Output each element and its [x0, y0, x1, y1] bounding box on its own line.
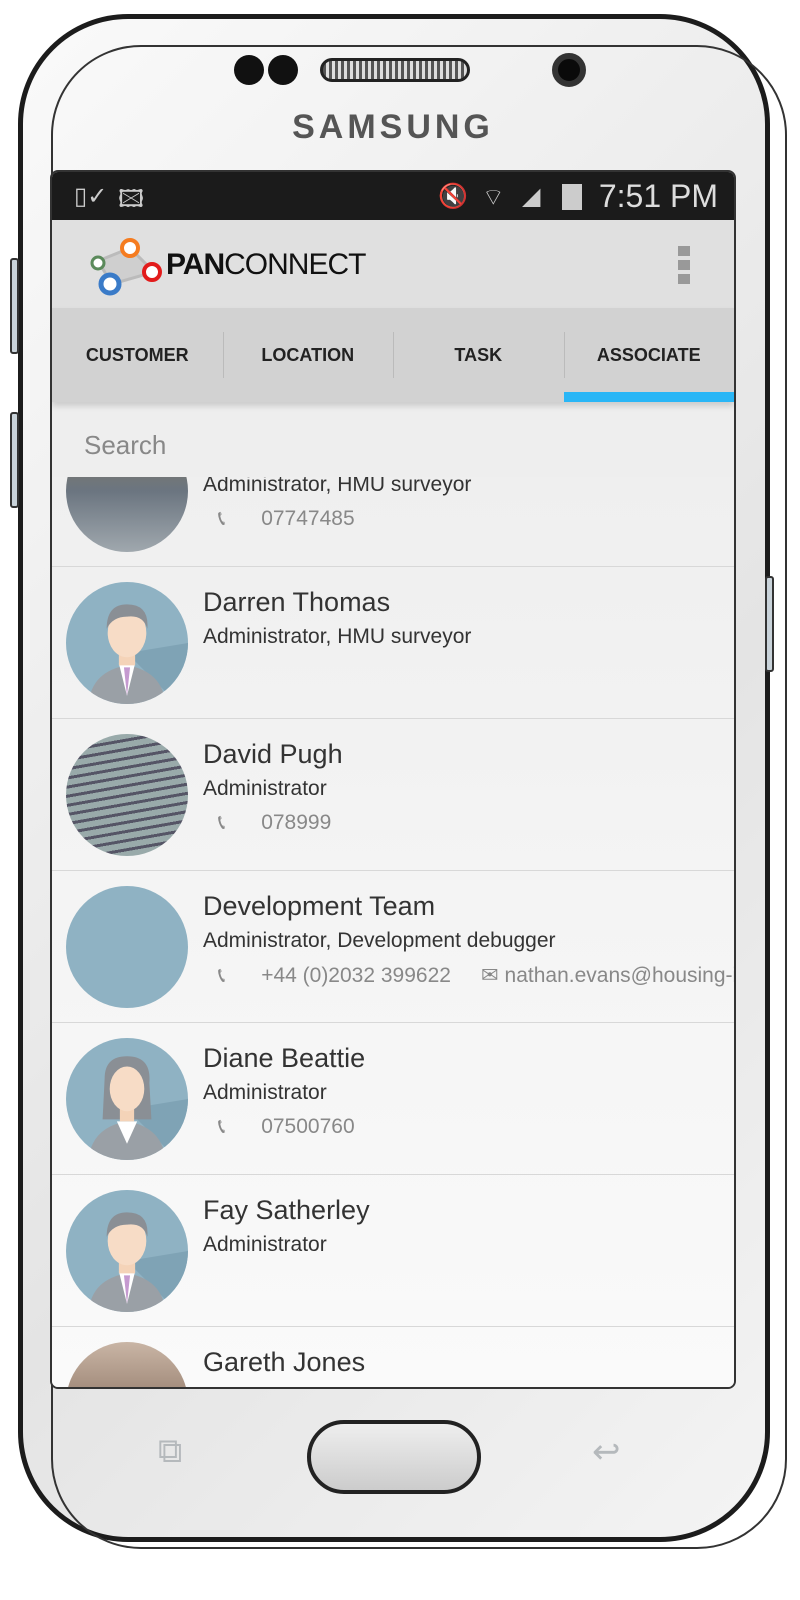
sensor-icon — [234, 55, 264, 85]
mute-icon: 🔇 — [438, 183, 468, 210]
sensor-icon — [268, 55, 298, 85]
avatar — [66, 734, 188, 856]
associate-role: Administrator, HMU surveyor — [203, 625, 472, 648]
list-item[interactable]: Fay Satherley Administrator — [52, 1175, 734, 1327]
associate-role: Administrator, HMU surveyor — [203, 477, 472, 496]
image-icon: 🖾 — [118, 186, 145, 213]
associate-name: Gareth Jones — [203, 1347, 366, 1377]
contact-line: 📞︎ 07747485 — [218, 507, 385, 531]
email-icon: ✉ — [480, 964, 499, 987]
list-item[interactable]: David Pugh Administrator 📞︎ 078999 — [52, 719, 734, 871]
volume-button — [10, 258, 19, 354]
list-item[interactable]: Administrator, HMU surveyor 📞︎ 07747485 — [52, 477, 734, 567]
associate-name: Fay Satherley — [203, 1195, 370, 1225]
avatar — [66, 1038, 188, 1160]
phone-icon: 📞︎ — [218, 964, 232, 987]
contact-line: 📞︎ 078999 — [218, 811, 361, 835]
associate-role: Administrator — [203, 777, 327, 800]
associate-list: Administrator, HMU surveyor 📞︎ 07747485 Da… — [52, 477, 734, 1387]
associate-phone[interactable]: 078999 — [261, 811, 331, 834]
front-camera-icon — [552, 53, 586, 87]
list-item[interactable]: Development Team Administrator, Developme… — [52, 871, 734, 1023]
phone-icon: 📞︎ — [218, 1115, 232, 1138]
power-button — [765, 576, 774, 672]
panconnect-logo-icon — [90, 238, 162, 296]
tab-location[interactable]: LOCATION — [222, 308, 394, 402]
avatar — [66, 886, 188, 1008]
avatar — [66, 477, 188, 552]
phone-icon: 📞︎ — [218, 811, 232, 834]
associate-name: Development Team — [203, 891, 436, 921]
list-item[interactable]: Gareth Jones — [52, 1327, 734, 1387]
wifi-icon: ⌔ — [482, 184, 505, 211]
contact-line: 📞︎ 07500760 — [218, 1115, 385, 1139]
clock: 7:51 PM — [598, 178, 718, 214]
back-icon[interactable]: ↩ — [592, 1432, 621, 1472]
app-bar: PANCONNECT — [52, 220, 734, 308]
avatar — [66, 1342, 188, 1387]
overflow-menu-icon[interactable] — [678, 246, 690, 288]
associate-role: Administrator — [203, 1233, 327, 1256]
tab-associate[interactable]: ASSOCIATE — [563, 308, 735, 402]
volume-button — [10, 412, 19, 508]
app-screen: ▯✓ 🖾 🔇 ⌔ ◢ 7:51 PM PANCONNECT CUSTOMER L… — [50, 170, 736, 1389]
tab-bar: CUSTOMER LOCATION TASK ASSOCIATE — [52, 308, 734, 402]
associate-name: David Pugh — [203, 739, 343, 769]
associate-name: Diane Beattie — [203, 1043, 366, 1073]
app-logo-text: PANCONNECT — [166, 248, 366, 281]
associate-role: Administrator, Development debugger — [203, 929, 556, 952]
device-brand: SAMSUNG — [292, 108, 494, 146]
associate-phone[interactable]: 07500760 — [261, 1115, 354, 1138]
status-bar: ▯✓ 🖾 🔇 ⌔ ◢ 7:51 PM — [52, 172, 734, 220]
contact-line: 📞︎ +44 (0)2032 399622 ✉ nathan.evans@housi… — [218, 963, 734, 988]
phone-icon: 📞︎ — [218, 507, 232, 530]
tab-customer[interactable]: CUSTOMER — [52, 308, 223, 402]
associate-role: Administrator — [203, 1081, 327, 1104]
signal-icon: ◢ — [522, 183, 541, 210]
home-button[interactable] — [307, 1420, 481, 1494]
list-item[interactable]: Diane Beattie Administrator 📞︎ 07500760 — [52, 1023, 734, 1175]
tab-task[interactable]: TASK — [393, 308, 564, 402]
speaker-grille — [320, 58, 470, 82]
avatar — [66, 582, 188, 704]
recent-apps-icon[interactable]: ⧉ — [158, 1432, 182, 1471]
list-item[interactable]: Darren Thomas Administrator, HMU surveyor — [52, 567, 734, 719]
associate-email[interactable]: nathan.evans@housing-i... — [505, 964, 734, 987]
associate-phone[interactable]: 07747485 — [261, 507, 354, 530]
screenshot-check-icon: ▯✓ — [74, 183, 108, 210]
associate-phone[interactable]: +44 (0)2032 399622 — [261, 964, 451, 987]
battery-icon — [562, 184, 582, 210]
associate-name: Darren Thomas — [203, 587, 391, 617]
avatar — [66, 1190, 188, 1312]
